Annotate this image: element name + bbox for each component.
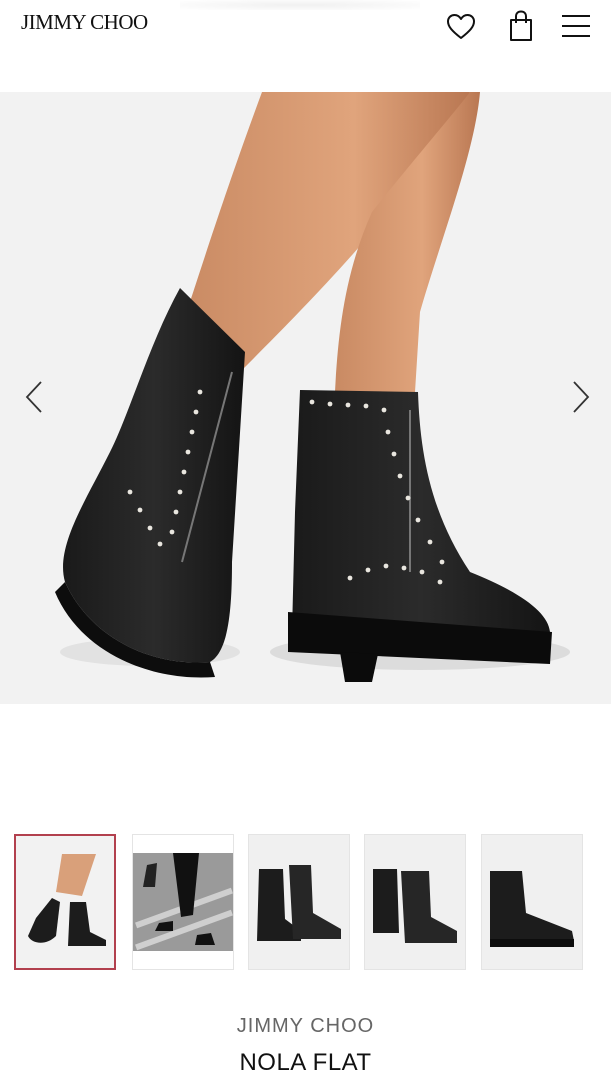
thumbnail-2[interactable] (132, 834, 234, 970)
brand-logo[interactable]: JIMMY CHOO (21, 10, 148, 35)
product-hero-image[interactable] (0, 92, 611, 704)
wishlist-button[interactable] (443, 6, 479, 46)
thumbnail-4[interactable] (364, 834, 466, 970)
chevron-left-icon (25, 381, 42, 413)
thumb-model-boots-image (16, 836, 114, 968)
heart-icon (447, 14, 475, 39)
thumb-side-view-image (482, 835, 582, 969)
thumbnail-1[interactable] (14, 834, 116, 970)
thumb-pair-angle-image (365, 835, 465, 969)
product-name: NOLA FLAT (239, 1049, 372, 1076)
product-brand: JIMMY CHOO (236, 1015, 375, 1037)
hamburger-menu-icon (562, 15, 590, 37)
thumbnail-strip (14, 834, 594, 972)
thumbnail-5[interactable] (481, 834, 583, 970)
shopping-bag-button[interactable] (503, 6, 539, 46)
chevron-right-icon (573, 381, 590, 413)
shopping-bag-icon (510, 10, 532, 41)
menu-button[interactable] (558, 6, 594, 46)
thumb-street-style-image (133, 835, 233, 969)
site-header: JIMMY CHOO (0, 0, 611, 92)
header-shadow (180, 0, 420, 10)
thumb-pair-front-image (249, 835, 349, 969)
gallery-next-button[interactable] (566, 379, 596, 415)
boots-on-model-illustration (55, 92, 570, 682)
gallery-prev-button[interactable] (19, 379, 49, 415)
thumbnail-3[interactable] (248, 834, 350, 970)
